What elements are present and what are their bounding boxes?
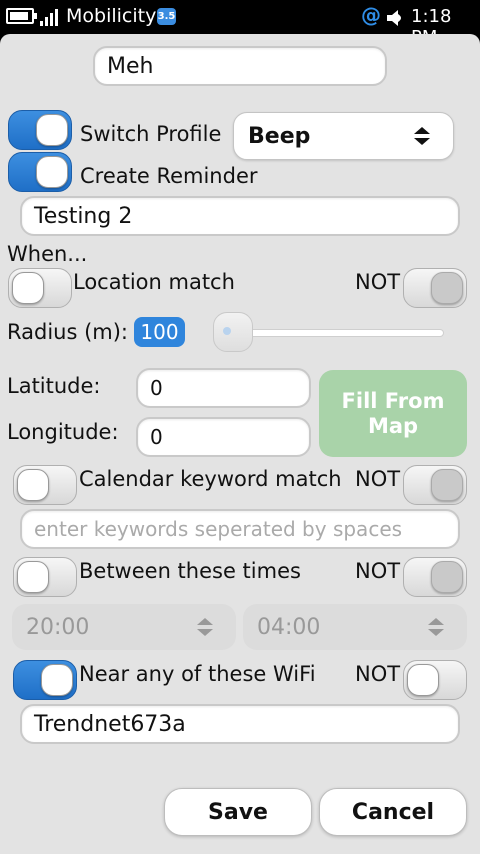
times-not-toggle[interactable] <box>403 557 467 597</box>
longitude-label: Longitude: <box>7 420 119 444</box>
select-arrows-icon <box>428 618 444 636</box>
calendar-match-toggle[interactable] <box>13 465 77 505</box>
toggle-knob <box>431 561 463 593</box>
switch-profile-toggle[interactable] <box>8 110 72 150</box>
wifi-networks-input[interactable]: Trendnet673a <box>20 704 460 744</box>
profile-edit-panel: Meh Switch Profile Beep Create Reminder … <box>0 34 480 854</box>
toggle-knob <box>36 156 68 188</box>
toggle-knob <box>431 469 463 501</box>
wifi-not-toggle[interactable] <box>403 660 467 700</box>
select-arrows-icon <box>197 618 213 636</box>
create-reminder-toggle[interactable] <box>8 152 72 192</box>
toggle-knob <box>431 272 463 304</box>
location-not-toggle[interactable] <box>403 268 467 308</box>
at-icon: @ <box>361 3 381 27</box>
profile-select-value: Beep <box>248 123 311 149</box>
when-label: When... <box>7 242 88 266</box>
fill-from-map-line2: Map <box>367 413 419 438</box>
calendar-not-label: NOT <box>355 467 401 491</box>
end-time-value: 04:00 <box>257 614 321 640</box>
select-arrows-icon <box>414 127 430 145</box>
toggle-knob <box>17 469 49 501</box>
wifi-not-label: NOT <box>355 662 401 686</box>
fill-from-map-button[interactable]: Fill From Map <box>319 370 467 457</box>
save-button[interactable]: Save <box>164 788 312 836</box>
cancel-button[interactable]: Cancel <box>319 788 467 836</box>
location-not-label: NOT <box>355 270 401 294</box>
wifi-match-label: Near any of these WiFi <box>79 662 316 686</box>
radius-slider-handle[interactable] <box>213 312 253 352</box>
fill-from-map-line1: Fill From <box>341 388 445 413</box>
radius-value: 100 <box>134 317 185 347</box>
wifi-match-toggle[interactable] <box>13 660 77 700</box>
toggle-knob <box>41 664 73 696</box>
location-match-toggle[interactable] <box>8 268 72 308</box>
sound-icon <box>387 10 401 26</box>
calendar-match-label: Calendar keyword match <box>79 467 342 491</box>
between-times-toggle[interactable] <box>13 557 77 597</box>
end-time-select[interactable]: 04:00 <box>243 604 467 650</box>
switch-profile-label: Switch Profile <box>80 122 222 146</box>
toggle-knob <box>36 114 68 146</box>
profile-name-input[interactable]: Meh <box>93 46 387 86</box>
signal-icon <box>40 8 64 26</box>
profile-select[interactable]: Beep <box>233 112 454 160</box>
latitude-input[interactable]: 0 <box>136 368 311 408</box>
status-bar: Mobilicity 3.5 @ 1:18 PM <box>0 0 480 48</box>
carrier-name: Mobilicity <box>66 5 157 27</box>
between-times-label: Between these times <box>79 559 301 583</box>
reminder-text-input[interactable]: Testing 2 <box>20 196 460 236</box>
start-time-value: 20:00 <box>26 614 90 640</box>
toggle-knob <box>17 561 49 593</box>
radius-label: Radius (m): <box>7 320 129 344</box>
times-not-label: NOT <box>355 559 401 583</box>
version-badge: 3.5 <box>157 8 176 25</box>
latitude-label: Latitude: <box>7 374 101 398</box>
create-reminder-label: Create Reminder <box>80 164 258 188</box>
calendar-keywords-input[interactable]: enter keywords seperated by spaces <box>20 509 460 549</box>
radius-slider-track[interactable] <box>228 329 444 337</box>
battery-icon <box>6 8 37 24</box>
toggle-knob <box>12 272 44 304</box>
location-match-label: Location match <box>73 270 235 294</box>
longitude-input[interactable]: 0 <box>136 417 311 457</box>
toggle-knob <box>407 664 439 696</box>
start-time-select[interactable]: 20:00 <box>12 604 236 650</box>
calendar-not-toggle[interactable] <box>403 465 467 505</box>
